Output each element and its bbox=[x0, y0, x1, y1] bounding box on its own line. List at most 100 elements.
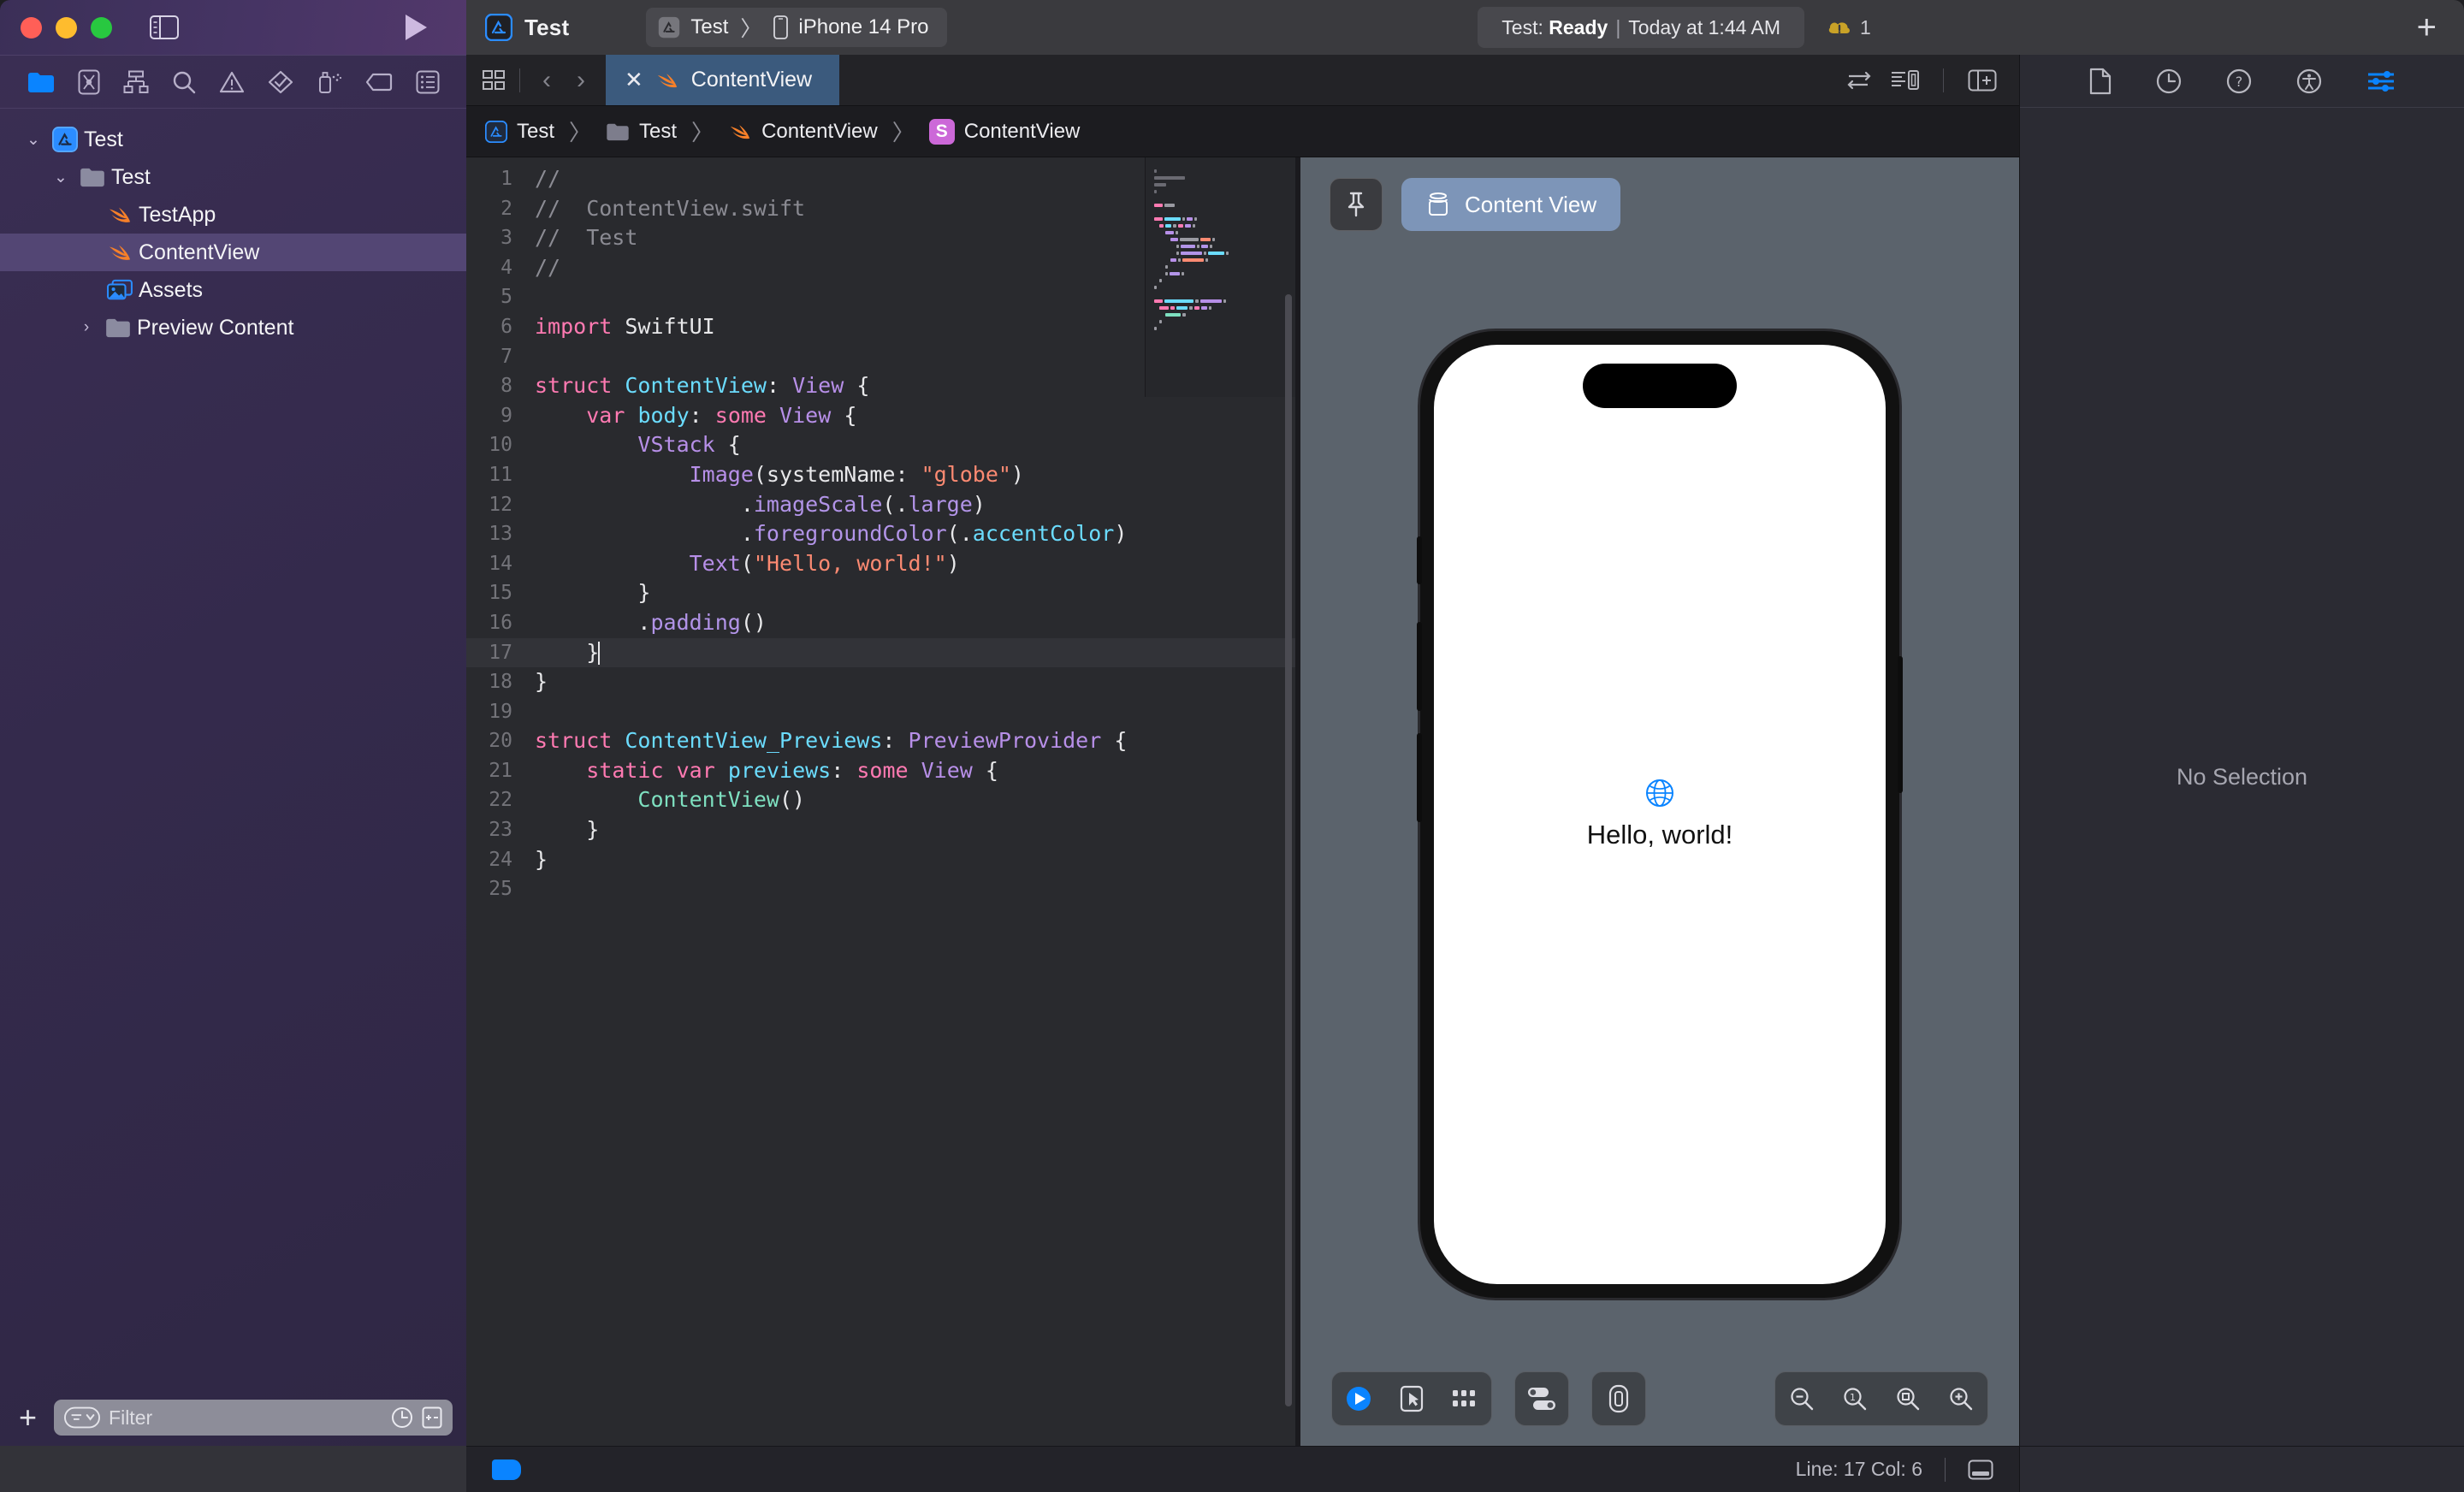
report-list-icon[interactable] bbox=[416, 70, 440, 94]
close-window-button[interactable] bbox=[21, 17, 42, 38]
zoom-in-icon[interactable] bbox=[1934, 1386, 1987, 1412]
editor-tabbar: ‹ › ✕ ContentView bbox=[466, 55, 2019, 106]
zoom-out-icon[interactable] bbox=[1775, 1386, 1828, 1412]
live-play-icon[interactable] bbox=[1332, 1384, 1385, 1413]
inspector-tabs[interactable]: ? bbox=[2020, 55, 2464, 108]
code-line[interactable]: 15 } bbox=[466, 578, 1295, 608]
tab-grid-icon[interactable] bbox=[482, 68, 506, 92]
device-screen[interactable]: Hello, world! bbox=[1434, 345, 1886, 1284]
line-number: 23 bbox=[466, 815, 535, 845]
breadcrumb-item-file[interactable]: ContentView bbox=[728, 120, 878, 144]
project-navigator-tree[interactable]: ⌄ Test ⌄ Test TestApp Con bbox=[0, 109, 466, 1396]
minimap-line bbox=[1154, 231, 1287, 234]
code-line[interactable]: 23 } bbox=[466, 815, 1295, 845]
zoom-100-icon[interactable]: 1 bbox=[1828, 1386, 1881, 1412]
selectable-arrow-icon[interactable] bbox=[1385, 1385, 1438, 1412]
code-line-text: static var previews: some View { bbox=[535, 756, 1295, 786]
code-line[interactable]: 13 .foregroundColor(.accentColor) bbox=[466, 519, 1295, 549]
tree-item-testapp[interactable]: TestApp bbox=[0, 196, 466, 234]
tree-item-project-test[interactable]: ⌄ Test bbox=[0, 121, 466, 158]
device-frame[interactable]: Hello, world! bbox=[1420, 331, 1899, 1298]
attributes-inspector-icon[interactable] bbox=[2366, 68, 2396, 94]
code-line[interactable]: 10 VStack { bbox=[466, 430, 1295, 460]
sidebar-toggle-icon[interactable] bbox=[150, 15, 179, 39]
debug-area-toggle-icon[interactable] bbox=[1968, 1459, 1993, 1480]
maximize-window-button[interactable] bbox=[91, 17, 112, 38]
status-bar-activity[interactable]: Test: Ready | Today at 1:44 AM bbox=[1478, 7, 1804, 48]
minimap-line bbox=[1154, 265, 1287, 269]
breadcrumb-item-folder[interactable]: Test bbox=[606, 120, 677, 144]
variants-grid-icon[interactable] bbox=[1438, 1387, 1491, 1411]
quick-help-icon[interactable]: ? bbox=[2226, 68, 2252, 94]
run-play-icon[interactable] bbox=[403, 13, 429, 42]
code-line[interactable]: 25 bbox=[466, 874, 1295, 904]
tree-item-contentview[interactable]: ContentView bbox=[0, 234, 466, 271]
filter-scope-icon[interactable] bbox=[64, 1406, 100, 1429]
add-editor-icon[interactable] bbox=[1968, 69, 1997, 92]
breakpoint-tag-icon[interactable] bbox=[365, 72, 393, 92]
minimize-window-button[interactable] bbox=[56, 17, 77, 38]
code-line[interactable]: 12 .imageScale(.large) bbox=[466, 490, 1295, 520]
window-controls[interactable] bbox=[21, 17, 112, 38]
scheme-selector[interactable]: Test 〉 iPhone 14 Pro bbox=[646, 8, 947, 47]
search-icon[interactable] bbox=[172, 70, 196, 94]
source-control-icon[interactable] bbox=[78, 69, 100, 95]
code-line[interactable]: 19 bbox=[466, 697, 1295, 727]
device-settings-icon[interactable] bbox=[1515, 1386, 1568, 1412]
code-line[interactable]: 14 Text("Hello, world!") bbox=[466, 549, 1295, 579]
code-line[interactable]: 18} bbox=[466, 667, 1295, 697]
disclosure-triangle-icon[interactable]: › bbox=[74, 318, 99, 337]
tree-item-assets[interactable]: Assets bbox=[0, 271, 466, 309]
device-frame-group[interactable] bbox=[1591, 1371, 1646, 1426]
device-settings-group[interactable] bbox=[1514, 1371, 1569, 1426]
tree-item-folder-test[interactable]: ⌄ Test bbox=[0, 158, 466, 196]
navigate-forward-button[interactable]: › bbox=[568, 66, 594, 95]
debug-spray-icon[interactable] bbox=[317, 70, 342, 94]
breadcrumb[interactable]: Test 〉 Test 〉 ContentView 〉 S ContentVie… bbox=[466, 106, 2019, 157]
accessibility-inspector-icon[interactable] bbox=[2296, 68, 2322, 94]
code-line[interactable]: 17 } bbox=[466, 638, 1295, 668]
tree-item-preview-content[interactable]: › Preview Content bbox=[0, 309, 466, 346]
code-line[interactable]: 16 .padding() bbox=[466, 608, 1295, 638]
preview-stage[interactable]: Hello, world! bbox=[1300, 252, 2019, 1446]
code-line[interactable]: 24} bbox=[466, 845, 1295, 875]
code-line[interactable]: 11 Image(systemName: "globe") bbox=[466, 460, 1295, 490]
code-line[interactable]: 21 static var previews: some View { bbox=[466, 756, 1295, 786]
disclosure-triangle-icon[interactable]: ⌄ bbox=[48, 168, 74, 187]
warning-badge[interactable]: 1 bbox=[1827, 16, 1871, 39]
code-minimap[interactable] bbox=[1145, 157, 1295, 397]
source-code-editor[interactable]: 1//2// ContentView.swift3// Test4//56imp… bbox=[466, 157, 1295, 1446]
add-editor-button[interactable]: + bbox=[2402, 10, 2452, 44]
tab-contentview[interactable]: ✕ ContentView bbox=[606, 55, 839, 105]
test-diamond-icon[interactable] bbox=[268, 70, 293, 94]
disclosure-triangle-icon[interactable]: ⌄ bbox=[21, 130, 46, 150]
close-icon[interactable]: ✕ bbox=[625, 67, 643, 93]
zoom-controls-group[interactable]: 1 bbox=[1774, 1371, 1988, 1426]
line-number: 17 bbox=[466, 638, 535, 668]
preview-mode-group[interactable] bbox=[1331, 1371, 1492, 1426]
history-inspector-icon[interactable] bbox=[2156, 68, 2182, 94]
zoom-fit-icon[interactable] bbox=[1881, 1386, 1934, 1412]
hierarchy-icon[interactable] bbox=[123, 70, 149, 94]
breakpoint-tag-icon[interactable] bbox=[492, 1459, 521, 1480]
breadcrumb-item-project[interactable]: Test bbox=[485, 120, 554, 144]
folder-icon[interactable] bbox=[27, 71, 55, 93]
pin-preview-button[interactable] bbox=[1330, 178, 1383, 231]
code-line[interactable]: 9 var body: some View { bbox=[466, 401, 1295, 431]
breadcrumb-item-symbol[interactable]: S ContentView bbox=[929, 119, 1081, 145]
add-file-button[interactable]: + bbox=[14, 1402, 42, 1433]
sourcecontrol-filter-icon[interactable] bbox=[422, 1406, 442, 1429]
code-line[interactable]: 22 ContentView() bbox=[466, 785, 1295, 815]
navigate-back-button[interactable]: ‹ bbox=[534, 66, 560, 95]
warning-triangle-icon[interactable] bbox=[219, 70, 245, 94]
line-number: 13 bbox=[466, 519, 535, 549]
device-frame-icon[interactable] bbox=[1592, 1384, 1645, 1413]
minimap-icon[interactable] bbox=[1890, 69, 1919, 92]
file-inspector-icon[interactable] bbox=[2089, 68, 2112, 95]
search-input[interactable]: Filter bbox=[54, 1400, 453, 1436]
adjust-editor-icon[interactable] bbox=[1845, 69, 1871, 92]
clock-icon[interactable] bbox=[391, 1406, 413, 1429]
code-line[interactable]: 20struct ContentView_Previews: PreviewPr… bbox=[466, 726, 1295, 756]
preview-name-chip[interactable]: Content View bbox=[1401, 178, 1620, 231]
editor-scrollbar[interactable] bbox=[1285, 294, 1292, 1406]
